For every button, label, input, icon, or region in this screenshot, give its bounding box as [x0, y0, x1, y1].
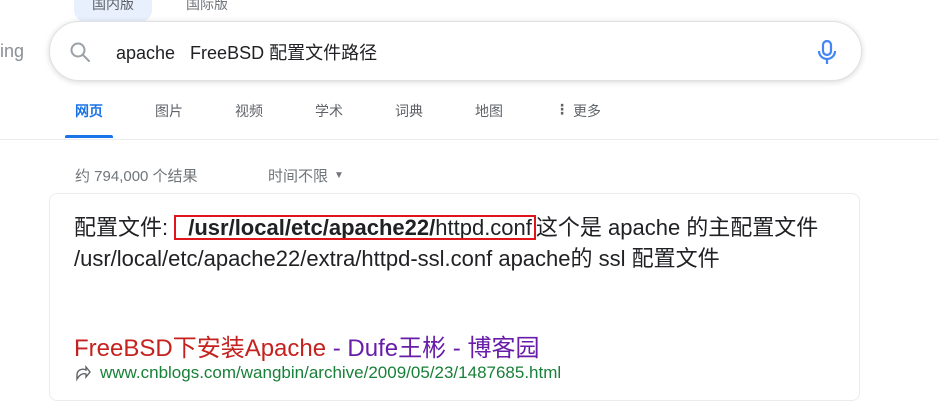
brand-logo-fragment[interactable]: ing: [0, 41, 24, 62]
result-title-part2: Dufe王彬: [347, 335, 447, 362]
result-title-link[interactable]: FreeBSD下安装Apache - Dufe王彬 - 博客园: [74, 328, 539, 363]
tab-more[interactable]: ⋮ 更多: [555, 101, 601, 139]
snippet-highlight: /usr/local/etc/apache22/httpd.conf: [174, 215, 536, 240]
result-url-row: www.cnblogs.com/wangbin/archive/2009/05/…: [74, 363, 561, 383]
tab-more-label: 更多: [573, 103, 601, 119]
results-count: 约 794,000 个结果: [75, 168, 198, 185]
tab-international[interactable]: 国际版: [168, 0, 246, 22]
microphone-icon[interactable]: [815, 38, 839, 66]
tab-images[interactable]: 图片: [155, 101, 183, 139]
snippet-bold-path: /usr/local/etc/apache22/: [188, 215, 436, 240]
result-title-sep2: -: [446, 335, 468, 362]
result-snippet: 配置文件: /usr/local/etc/apache22/httpd.conf…: [74, 212, 854, 274]
snippet-prefix: 配置文件:: [74, 215, 175, 240]
tab-videos[interactable]: 视频: [235, 101, 263, 139]
search-box: [49, 21, 862, 81]
tab-maps[interactable]: 地图: [475, 101, 503, 139]
search-nav: 网页 图片 视频 学术 词典 地图 ⋮ 更多: [65, 101, 653, 139]
result-url[interactable]: www.cnblogs.com/wangbin/archive/2009/05/…: [100, 363, 561, 383]
time-filter-label: 时间不限: [268, 168, 329, 185]
time-filter[interactable]: 时间不限 ▼: [268, 165, 344, 186]
result-title-sep1: -: [326, 335, 348, 362]
search-input[interactable]: [116, 38, 806, 66]
search-icon[interactable]: [68, 40, 92, 64]
result-card: 配置文件: /usr/local/etc/apache22/httpd.conf…: [49, 193, 860, 401]
nav-divider: [0, 139, 939, 140]
tab-dictionary[interactable]: 词典: [395, 101, 423, 139]
tab-web[interactable]: 网页: [65, 101, 113, 139]
share-icon[interactable]: [74, 364, 92, 382]
snippet-highlight-filename: httpd.conf: [435, 215, 532, 240]
result-title-part3: 博客园: [467, 335, 540, 362]
more-dots-icon: ⋮: [555, 101, 569, 117]
tab-academic[interactable]: 学术: [315, 101, 343, 139]
tab-domestic[interactable]: 国内版: [74, 0, 152, 22]
region-tabs: 国内版 国际版: [74, 0, 246, 22]
caret-down-icon: ▼: [334, 170, 344, 181]
result-title-part1: FreeBSD下安装Apache: [74, 335, 327, 362]
